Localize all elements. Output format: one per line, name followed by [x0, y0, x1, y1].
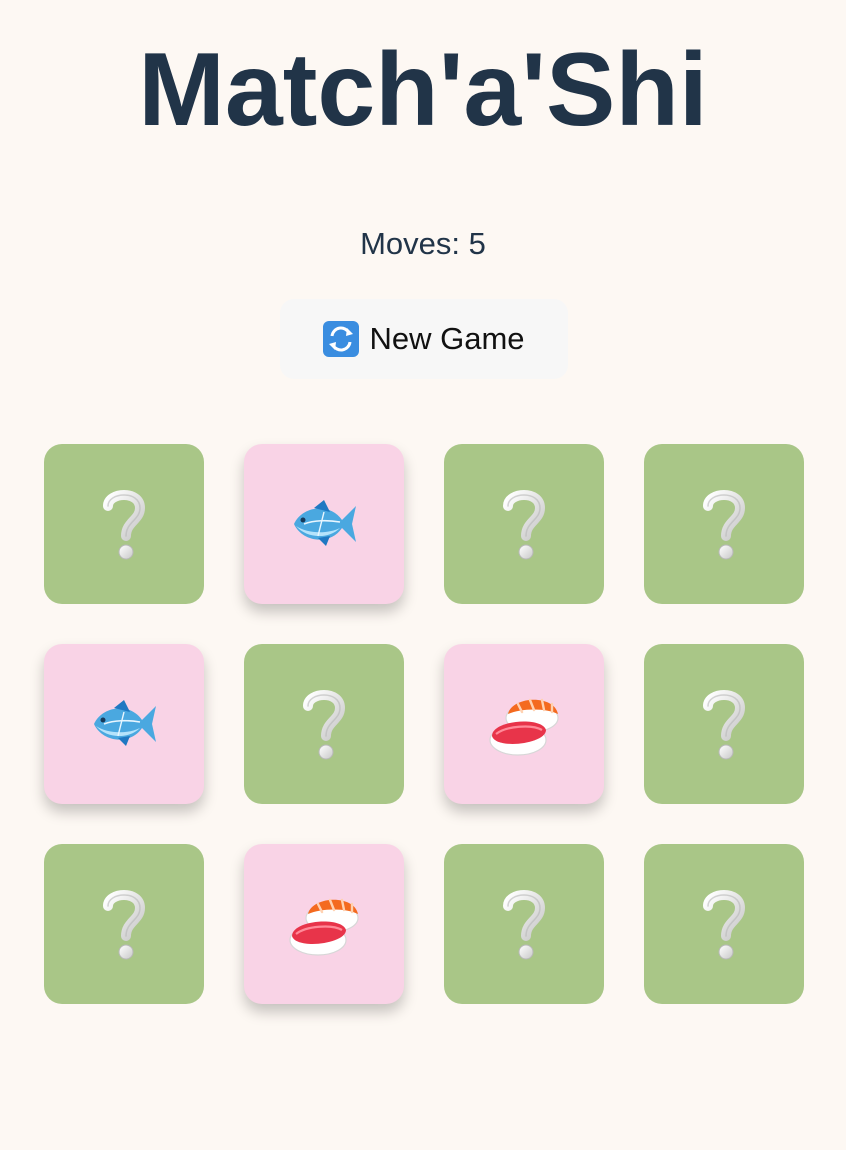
card-hidden[interactable]	[44, 844, 204, 1004]
card-hidden[interactable]	[444, 444, 604, 604]
question-mark-icon	[294, 684, 354, 764]
card-revealed[interactable]	[444, 644, 604, 804]
card-revealed[interactable]	[44, 644, 204, 804]
fish-icon	[84, 684, 164, 764]
question-mark-icon	[694, 884, 754, 964]
card-hidden[interactable]	[44, 444, 204, 604]
card-hidden[interactable]	[644, 444, 804, 604]
card-hidden[interactable]	[644, 844, 804, 1004]
question-mark-icon	[494, 484, 554, 564]
card-revealed[interactable]	[244, 444, 404, 604]
game-title: Match'a'Shi	[138, 32, 708, 148]
sushi-icon	[484, 684, 564, 764]
card-board	[44, 444, 804, 1004]
sushi-icon	[284, 884, 364, 964]
question-mark-icon	[694, 484, 754, 564]
card-hidden[interactable]	[444, 844, 604, 1004]
question-mark-icon	[494, 884, 554, 964]
question-mark-icon	[694, 684, 754, 764]
card-hidden[interactable]	[244, 644, 404, 804]
fish-icon	[284, 484, 364, 564]
question-mark-icon	[94, 484, 154, 564]
new-game-label: New Game	[369, 321, 525, 356]
question-mark-icon	[94, 884, 154, 964]
card-revealed[interactable]	[244, 844, 404, 1004]
new-game-button[interactable]: New Game	[280, 299, 568, 379]
moves-counter: Moves: 5	[360, 226, 486, 261]
card-hidden[interactable]	[644, 644, 804, 804]
refresh-icon	[323, 321, 360, 357]
